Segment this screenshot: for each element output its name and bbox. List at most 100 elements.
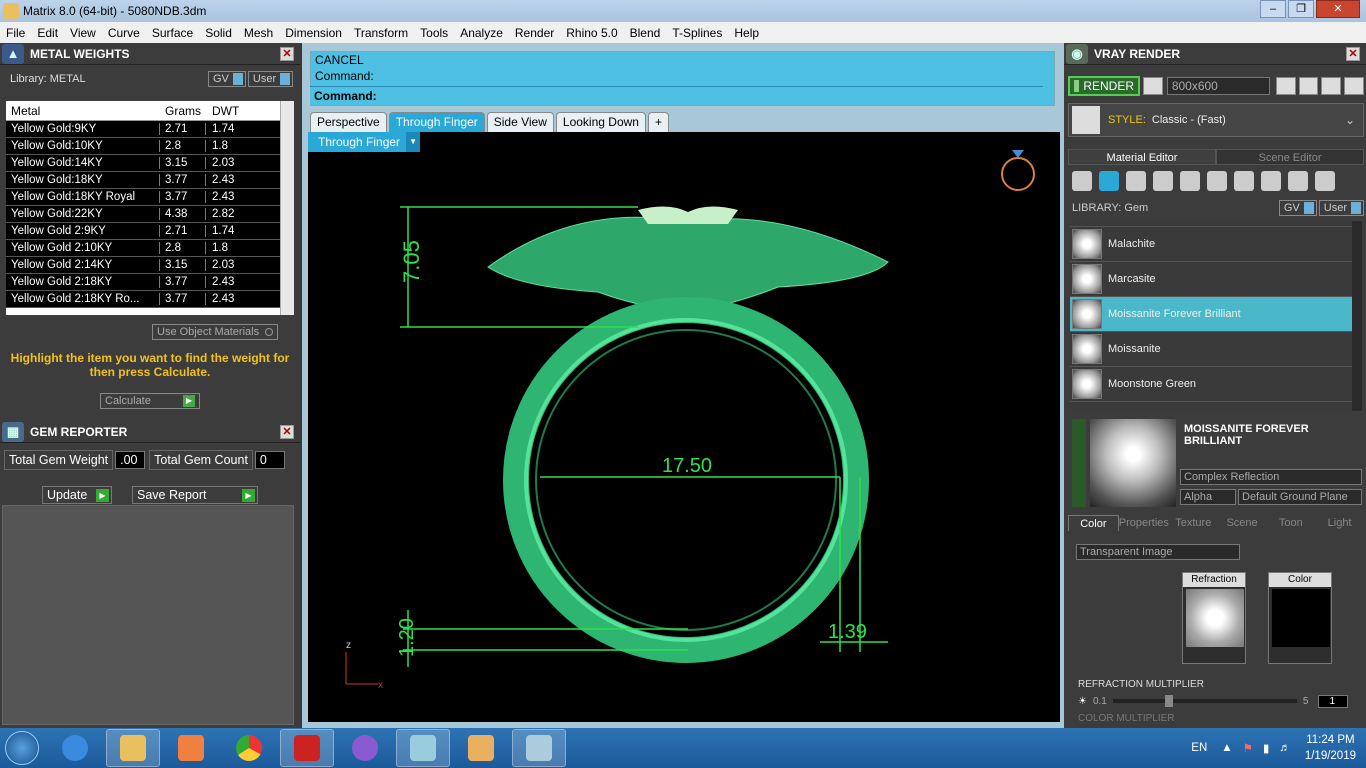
- list-item[interactable]: Moissanite: [1070, 332, 1352, 367]
- ground-plane-select[interactable]: Default Ground Plane: [1238, 489, 1362, 505]
- list-item[interactable]: Malachite: [1070, 227, 1352, 262]
- volume-icon[interactable]: ♬: [1279, 742, 1291, 754]
- tab-looking-down[interactable]: Looking Down: [555, 112, 646, 132]
- rewind-icon[interactable]: [1275, 77, 1296, 95]
- metal-icon[interactable]: [1072, 171, 1092, 191]
- slider-knob[interactable]: [1164, 695, 1173, 707]
- tab-light[interactable]: Light: [1315, 515, 1364, 531]
- matrix-taskbar-icon[interactable]: [396, 729, 450, 767]
- ie-taskbar-icon[interactable]: [48, 729, 102, 767]
- menu-transform[interactable]: Transform: [348, 26, 414, 40]
- menu-render[interactable]: Render: [509, 26, 560, 40]
- table-row[interactable]: Yellow Gold:14KY 3.15 2.03: [6, 155, 294, 172]
- add-tab-icon[interactable]: +: [647, 112, 669, 132]
- table-row[interactable]: Yellow Gold:22KY 4.38 2.82: [6, 206, 294, 223]
- maximize-button[interactable]: ❐: [1288, 0, 1314, 18]
- column-dwt[interactable]: DWT: [206, 104, 276, 118]
- square-icon[interactable]: [1153, 171, 1173, 191]
- pattern-icon[interactable]: [1180, 171, 1200, 191]
- globe-icon[interactable]: [1143, 77, 1163, 95]
- list-item[interactable]: Marcasite: [1070, 262, 1352, 297]
- menu-rhino[interactable]: Rhino 5.0: [560, 26, 623, 40]
- gv-toggle[interactable]: GV: [208, 71, 246, 87]
- update-button[interactable]: Update ▶: [42, 486, 112, 504]
- tab-scene[interactable]: Scene: [1218, 515, 1267, 531]
- chrome-taskbar-icon[interactable]: [222, 729, 276, 767]
- mesh-icon[interactable]: [1234, 171, 1254, 191]
- menu-view[interactable]: View: [64, 26, 102, 40]
- menu-tsplines[interactable]: T-Splines: [666, 26, 728, 40]
- gem-user-toggle[interactable]: User: [1318, 200, 1364, 216]
- menu-tools[interactable]: Tools: [414, 26, 454, 40]
- viber-taskbar-icon[interactable]: [338, 729, 392, 767]
- gem-gv-toggle[interactable]: GV: [1278, 200, 1317, 216]
- tab-toon[interactable]: Toon: [1266, 515, 1315, 531]
- alpha-toggle[interactable]: Alpha: [1180, 489, 1236, 505]
- color-mode-select[interactable]: Transparent Image: [1076, 544, 1240, 560]
- texture-icon[interactable]: [1207, 171, 1227, 191]
- table-row[interactable]: Yellow Gold 2:9KY 2.71 1.74: [6, 223, 294, 240]
- close-panel-icon[interactable]: ✕: [280, 47, 294, 61]
- explorer-taskbar-icon[interactable]: [106, 729, 160, 767]
- user-toggle[interactable]: User: [247, 71, 294, 87]
- bulb-icon[interactable]: [1315, 171, 1335, 191]
- menu-edit[interactable]: Edit: [31, 26, 64, 40]
- close-vray-icon[interactable]: ✕: [1346, 47, 1360, 61]
- clock[interactable]: 11:24 PM 1/19/2019: [1305, 732, 1356, 764]
- tab-perspective[interactable]: Perspective: [310, 112, 387, 132]
- settings-icon[interactable]: [1344, 77, 1365, 95]
- network-icon[interactable]: ▮: [1263, 741, 1269, 755]
- media-player-taskbar-icon[interactable]: [164, 729, 218, 767]
- table-row[interactable]: Yellow Gold 2:18KY Ro... 3.77 2.43: [6, 291, 294, 308]
- table-row[interactable]: Yellow Gold:10KY 2.8 1.8: [6, 138, 294, 155]
- menu-surface[interactable]: Surface: [146, 26, 199, 40]
- tab-texture[interactable]: Texture: [1169, 515, 1218, 531]
- close-gem-panel-icon[interactable]: ✕: [280, 425, 294, 439]
- leaf2-icon[interactable]: [1288, 171, 1308, 191]
- save-report-button[interactable]: Save Report ▶: [132, 486, 258, 504]
- start-button[interactable]: [0, 728, 44, 768]
- tray-expand-icon[interactable]: ▲: [1221, 742, 1232, 754]
- resolution-select[interactable]: 800x600: [1166, 77, 1270, 95]
- style-selector[interactable]: STYLE: Classic - (Fast) ⌄: [1068, 103, 1364, 137]
- column-grams[interactable]: Grams: [160, 104, 206, 118]
- tab-color[interactable]: Color: [1068, 515, 1119, 531]
- preview-side-strip[interactable]: [1072, 419, 1086, 507]
- sphere-icon[interactable]: [1126, 171, 1146, 191]
- leaf-icon[interactable]: [1261, 171, 1281, 191]
- render-button[interactable]: RENDER: [1068, 76, 1140, 96]
- list-icon[interactable]: [1321, 77, 1342, 95]
- menu-analyze[interactable]: Analyze: [454, 26, 509, 40]
- view-cube-ring-icon[interactable]: [1001, 157, 1035, 191]
- paint-taskbar-icon[interactable]: [454, 729, 508, 767]
- refraction-slider[interactable]: [1112, 695, 1297, 707]
- menu-curve[interactable]: Curve: [102, 26, 146, 40]
- menu-help[interactable]: Help: [728, 26, 765, 40]
- reflection-select[interactable]: Complex Reflection: [1180, 469, 1362, 485]
- refraction-multiplier-value[interactable]: 1: [1318, 694, 1349, 708]
- metal-table-scrollbar[interactable]: [280, 101, 294, 315]
- refraction-map[interactable]: Refraction: [1182, 572, 1246, 664]
- list-item[interactable]: Moonstone Green: [1070, 367, 1352, 402]
- close-button[interactable]: ✕: [1316, 0, 1360, 18]
- table-row[interactable]: Yellow Gold 2:14KY 3.15 2.03: [6, 257, 294, 274]
- command-input[interactable]: Command:: [310, 86, 1043, 105]
- table-row[interactable]: Yellow Gold 2:10KY 2.8 1.8: [6, 240, 294, 257]
- menu-solid[interactable]: Solid: [199, 26, 238, 40]
- menu-mesh[interactable]: Mesh: [238, 26, 279, 40]
- column-metal[interactable]: Metal: [6, 104, 160, 118]
- color-map[interactable]: Color: [1268, 572, 1332, 664]
- control-panel-taskbar-icon[interactable]: [512, 729, 566, 767]
- tab-material-editor[interactable]: Material Editor: [1068, 149, 1216, 165]
- use-object-materials-button[interactable]: Use Object Materials: [152, 324, 279, 340]
- tab-through-finger[interactable]: Through Finger: [388, 112, 485, 132]
- table-row[interactable]: Yellow Gold:9KY 2.71 1.74: [6, 121, 294, 138]
- menu-blend[interactable]: Blend: [624, 26, 667, 40]
- menu-file[interactable]: File: [0, 26, 31, 40]
- language-indicator[interactable]: EN: [1191, 742, 1207, 754]
- minimize-button[interactable]: –: [1260, 0, 1286, 18]
- viewport[interactable]: Through Finger ▼ 7.05 17.50 1.20 1.39 z …: [308, 132, 1060, 722]
- flag-icon[interactable]: ⚑: [1243, 741, 1253, 755]
- tab-side-view[interactable]: Side View: [486, 112, 554, 132]
- menu-dimension[interactable]: Dimension: [279, 26, 348, 40]
